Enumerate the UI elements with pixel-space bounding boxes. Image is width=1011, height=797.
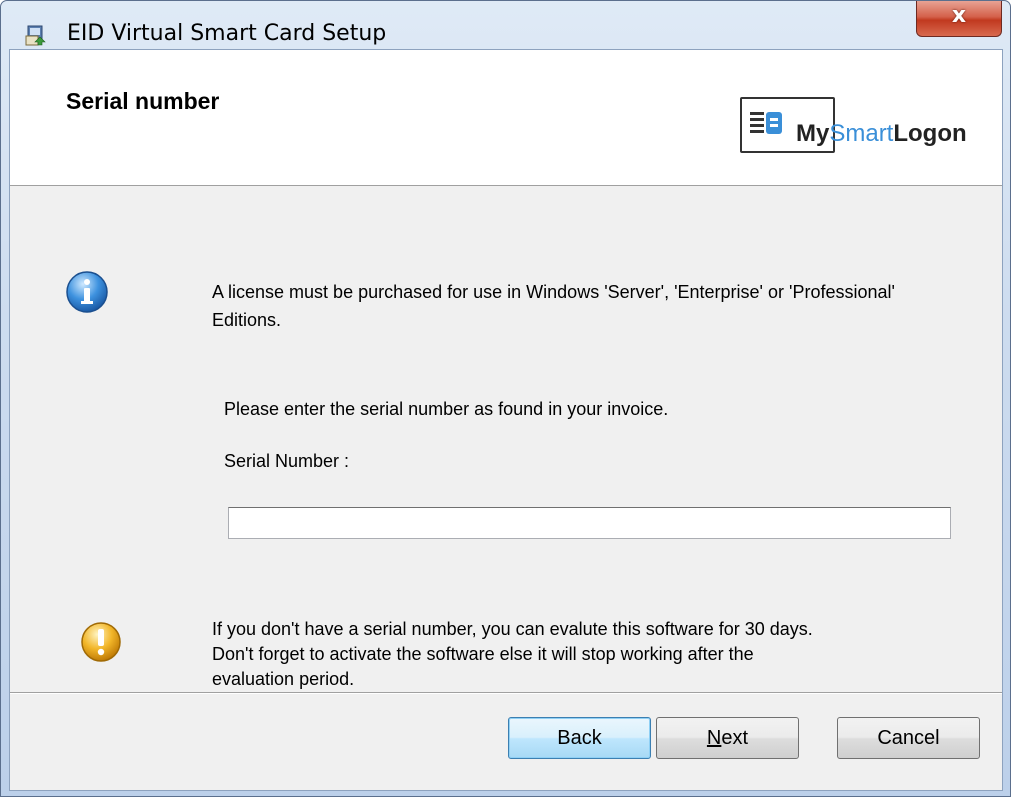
serial-prompt: Please enter the serial number as found … xyxy=(224,399,669,419)
mysmartlogon-logo: MySmartLogon xyxy=(796,120,967,147)
evaluation-warning-text: If you don't have a serial number, you c… xyxy=(212,617,972,692)
warning-icon xyxy=(81,622,121,662)
warning-line-3: evaluation period. xyxy=(212,669,355,689)
serial-number-input[interactable] xyxy=(228,507,951,539)
close-icon: x xyxy=(951,3,967,28)
footer-separator xyxy=(10,692,1002,694)
close-button[interactable]: x xyxy=(916,1,1002,37)
setup-window: EID Virtual Smart Card Setup x Serial nu… xyxy=(0,0,1011,797)
back-button[interactable]: Back xyxy=(508,717,651,759)
title-bar[interactable]: EID Virtual Smart Card Setup x xyxy=(1,1,1010,46)
smartcard-chip-icon xyxy=(748,109,788,141)
warning-line-2: Don't forget to activate the software el… xyxy=(212,644,754,664)
warning-line-1: If you don't have a serial number, you c… xyxy=(212,619,813,639)
installer-icon xyxy=(25,25,46,46)
dialog-client-area: Serial number MySmartLogon A license mus… xyxy=(9,49,1003,791)
license-info-text: A license must be purchased for use in W… xyxy=(212,282,895,330)
cancel-button[interactable]: Cancel xyxy=(837,717,980,759)
info-icon xyxy=(66,271,108,313)
next-button[interactable]: Next xyxy=(656,717,799,759)
window-title: EID Virtual Smart Card Setup xyxy=(67,21,387,46)
serial-number-label: Serial Number : xyxy=(224,451,350,471)
page-title: Serial number xyxy=(66,88,220,114)
header-banner: Serial number MySmartLogon xyxy=(10,50,1002,186)
